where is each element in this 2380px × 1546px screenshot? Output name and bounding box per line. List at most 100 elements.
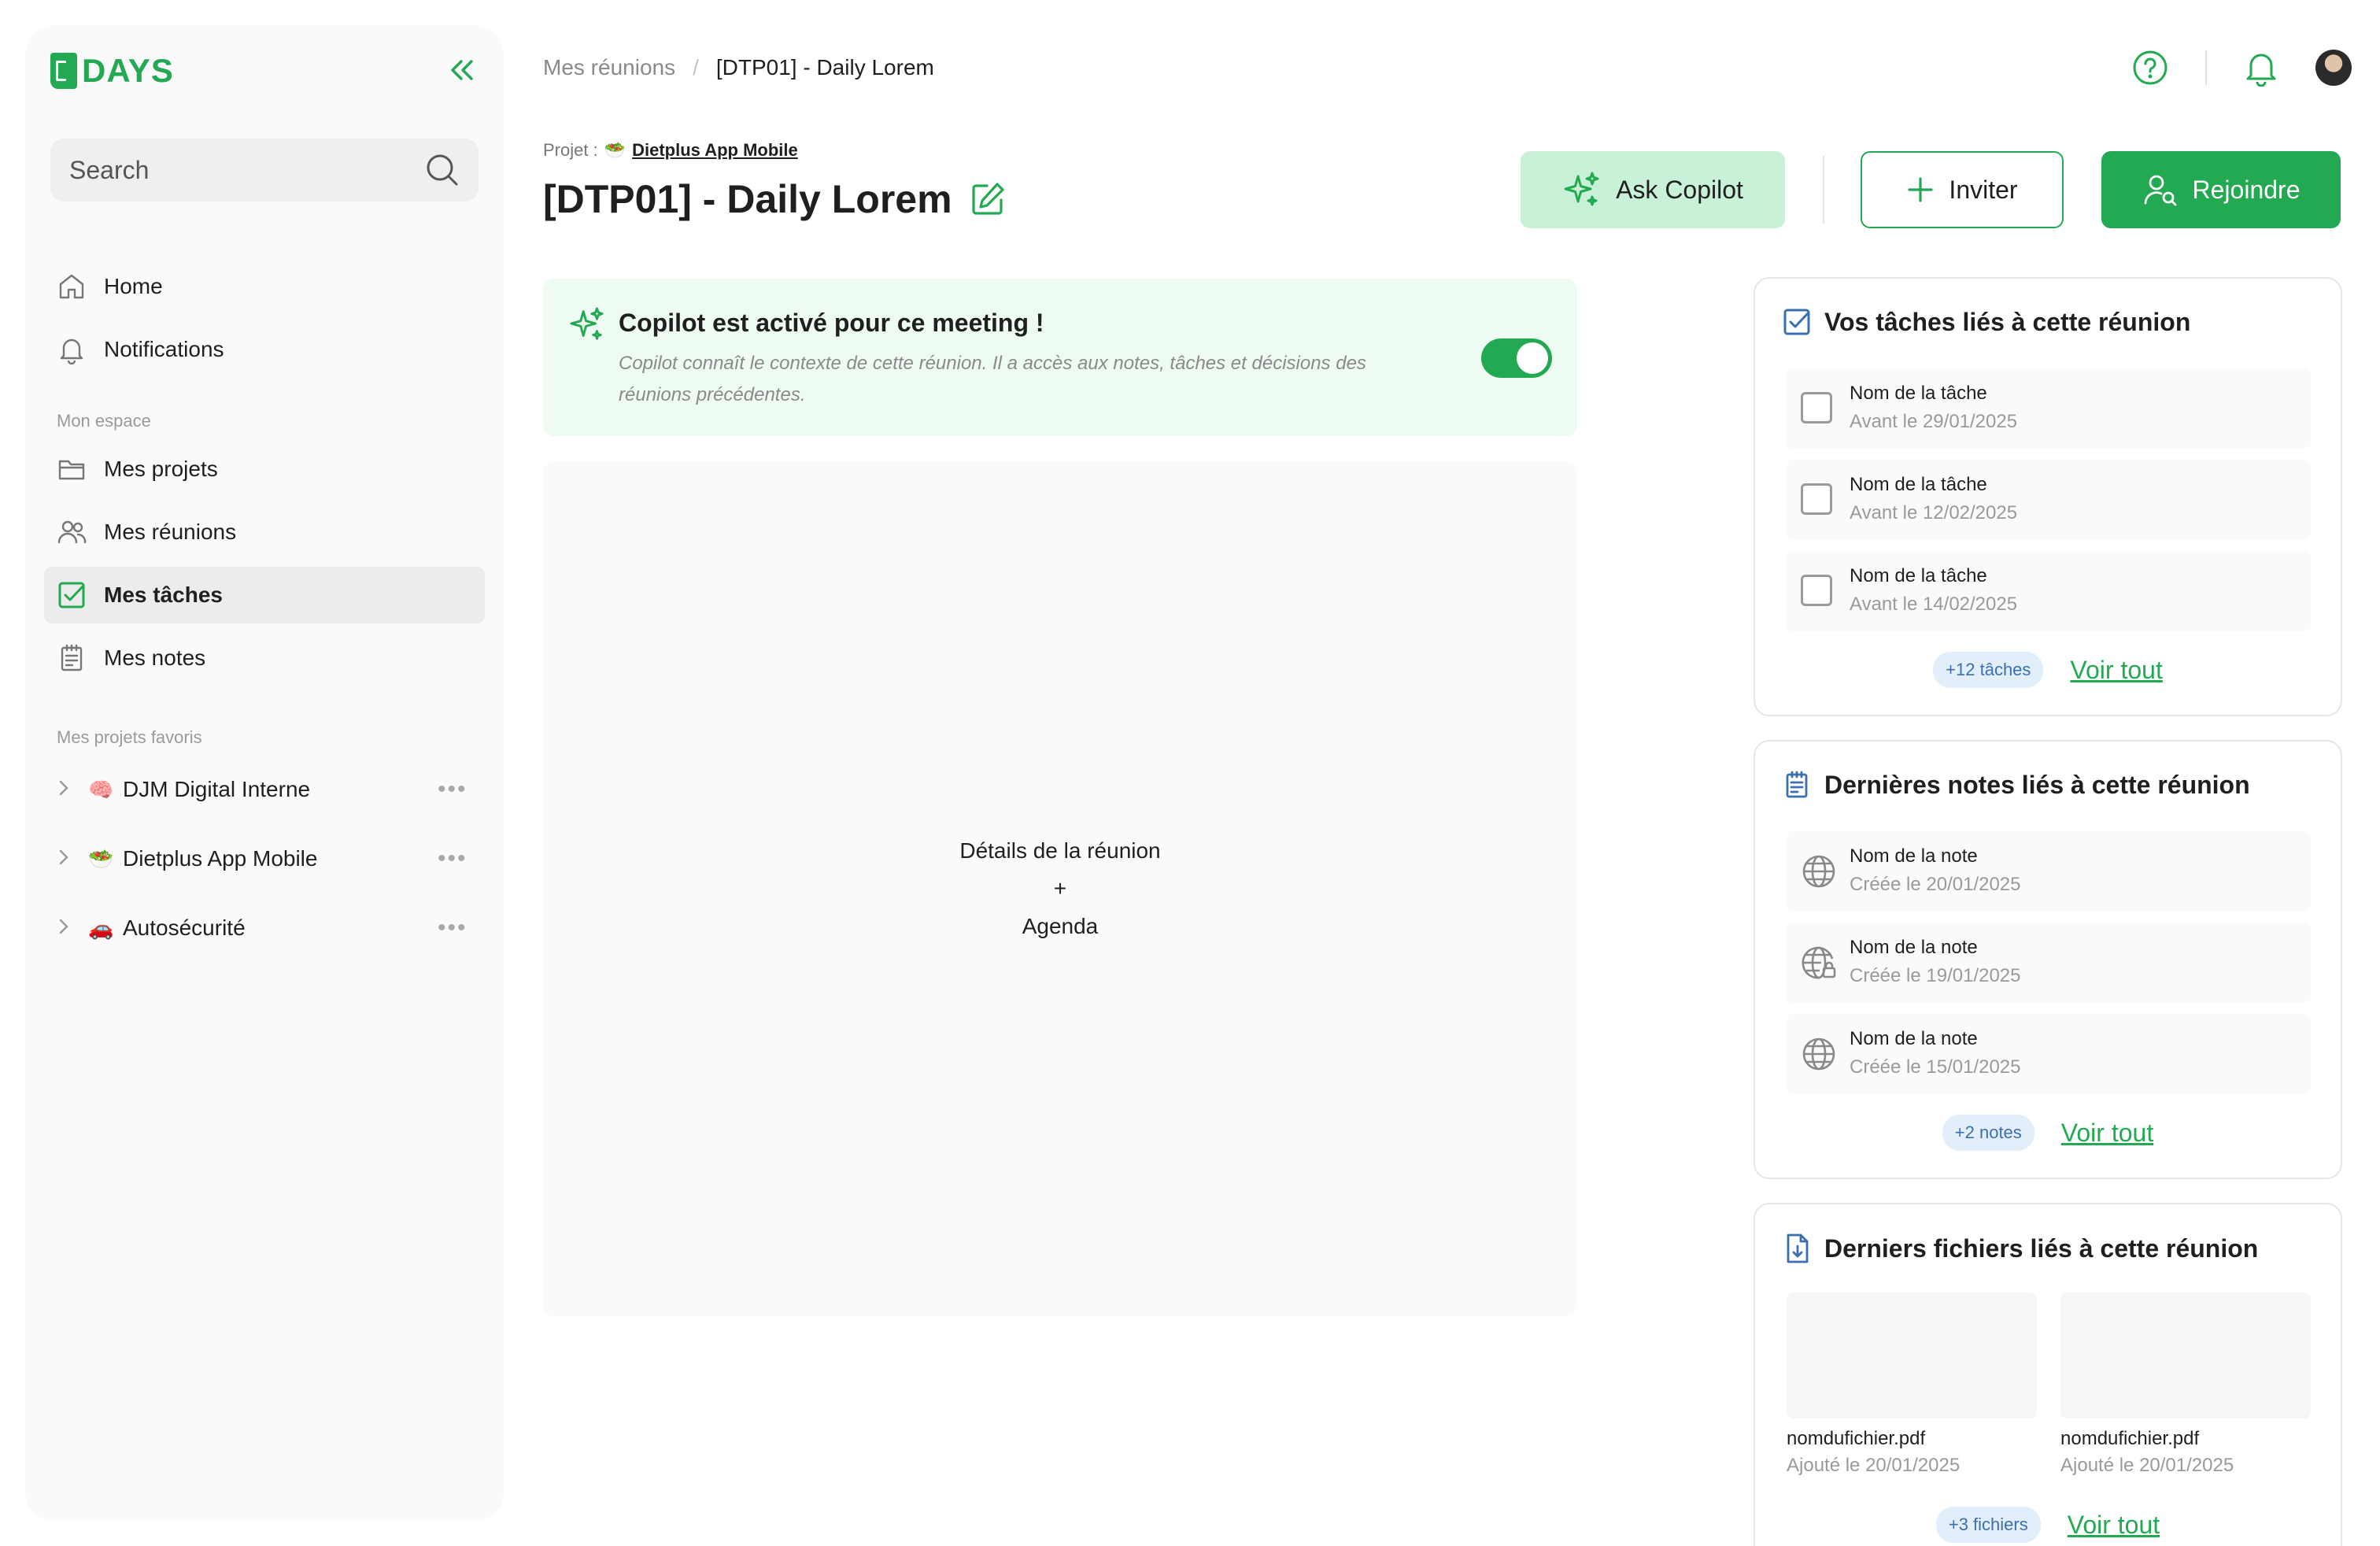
sidebar: DAYS Home Notifications Mon espace bbox=[25, 25, 504, 1521]
task-checkbox[interactable] bbox=[1801, 575, 1832, 606]
tasks-see-all-link[interactable]: Voir tout bbox=[2070, 656, 2162, 685]
join-button[interactable]: Rejoindre bbox=[2101, 151, 2341, 228]
users-icon bbox=[57, 517, 87, 547]
favorite-project-label: Dietplus App Mobile bbox=[123, 846, 318, 871]
task-row[interactable]: Nom de la tâche Avant le 14/02/2025 bbox=[1787, 551, 2311, 631]
section-label-my-space: Mon espace bbox=[57, 411, 151, 431]
note-name: Nom de la note bbox=[1850, 845, 1978, 867]
nav-item-notes[interactable]: Mes notes bbox=[44, 630, 485, 686]
nav-item-label: Mes tâches bbox=[104, 583, 223, 607]
nav-item-meetings[interactable]: Mes réunions bbox=[44, 504, 485, 560]
file-name: nomdufichier.pdf bbox=[2060, 1428, 2200, 1449]
agenda-label: Agenda bbox=[1022, 914, 1099, 938]
task-checkbox[interactable] bbox=[1801, 392, 1832, 423]
collapse-sidebar-icon[interactable] bbox=[449, 58, 475, 82]
note-row[interactable]: Nom de la note Créée le 20/01/2025 bbox=[1787, 831, 2311, 912]
search-input[interactable] bbox=[69, 155, 416, 185]
chevron-right-icon[interactable] bbox=[57, 846, 88, 871]
favorite-project[interactable]: 🚗 Autosécurité ••• bbox=[44, 901, 485, 956]
nav-item-label: Mes projets bbox=[104, 457, 218, 481]
user-avatar[interactable] bbox=[2315, 50, 2352, 86]
tasks-card: Vos tâches liés à cette réunion Nom de l… bbox=[1754, 277, 2342, 716]
header-divider bbox=[2205, 50, 2207, 85]
edit-icon[interactable] bbox=[970, 181, 1006, 217]
meeting-details-panel: Détails de la réunion + Agenda bbox=[543, 461, 1577, 1316]
project-line: Projet : 🥗 Dietplus App Mobile bbox=[543, 140, 798, 161]
notification-bell-icon[interactable] bbox=[2243, 49, 2279, 87]
copilot-banner-description: Copilot connaît le contexte de cette réu… bbox=[619, 353, 1366, 405]
task-due: Avant le 14/02/2025 bbox=[1850, 594, 2018, 615]
more-options-icon[interactable]: ••• bbox=[438, 915, 485, 941]
note-row[interactable]: Nom de la note Créée le 15/01/2025 bbox=[1787, 1014, 2311, 1094]
favorite-project-label: Autosécurité bbox=[123, 915, 246, 940]
favorite-project[interactable]: 🧠 DJM Digital Interne ••• bbox=[44, 762, 485, 817]
files-card-footer: +3 fichiers Voir tout bbox=[1755, 1507, 2341, 1543]
notes-card: Dernières notes liés à cette réunion Nom… bbox=[1754, 740, 2342, 1179]
files-see-all-link[interactable]: Voir tout bbox=[2068, 1511, 2160, 1540]
checkbox-icon bbox=[57, 580, 87, 610]
task-row[interactable]: Nom de la tâche Avant le 29/01/2025 bbox=[1787, 368, 2311, 449]
breadcrumb-separator: / bbox=[693, 55, 699, 80]
task-name: Nom de la tâche bbox=[1850, 383, 1987, 404]
plus-icon bbox=[1906, 176, 1935, 204]
favorite-project-label: DJM Digital Interne bbox=[123, 777, 311, 801]
nav-item-notifications[interactable]: Notifications bbox=[44, 321, 485, 378]
salad-emoji-icon: 🥗 bbox=[88, 846, 114, 871]
files-card-title: Derniers fichiers liés à cette réunion bbox=[1824, 1233, 2259, 1263]
favorite-project[interactable]: 🥗 Dietplus App Mobile ••• bbox=[44, 831, 485, 886]
brain-emoji-icon: 🧠 bbox=[88, 777, 114, 801]
chevron-right-icon[interactable] bbox=[57, 777, 88, 802]
note-created: Créée le 15/01/2025 bbox=[1850, 1056, 2021, 1078]
nav-item-tasks[interactable]: Mes tâches bbox=[44, 567, 485, 623]
task-name: Nom de la tâche bbox=[1850, 474, 1987, 495]
note-name: Nom de la note bbox=[1850, 937, 1978, 958]
project-link[interactable]: Dietplus App Mobile bbox=[632, 140, 798, 161]
more-options-icon[interactable]: ••• bbox=[438, 845, 485, 872]
notes-card-title: Dernières notes liés à cette réunion bbox=[1824, 770, 2250, 799]
nav-item-projects[interactable]: Mes projets bbox=[44, 441, 485, 497]
logo-mark-icon bbox=[50, 53, 77, 89]
brand-logo[interactable]: DAYS bbox=[50, 52, 174, 90]
more-options-icon[interactable]: ••• bbox=[438, 776, 485, 803]
note-created: Créée le 19/01/2025 bbox=[1850, 965, 2021, 986]
notes-icon bbox=[57, 643, 87, 673]
sparkles-icon bbox=[1562, 170, 1602, 209]
file-item[interactable]: nomdufichier.pdf Ajouté le 20/01/2025 bbox=[2060, 1293, 2311, 1477]
nav-item-label: Mes réunions bbox=[104, 520, 237, 544]
user-search-icon bbox=[2142, 172, 2179, 208]
task-checkbox[interactable] bbox=[1801, 483, 1832, 515]
copilot-banner: Copilot est activé pour ce meeting ! Cop… bbox=[543, 279, 1577, 436]
invite-button[interactable]: Inviter bbox=[1861, 151, 2064, 228]
task-row[interactable]: Nom de la tâche Avant le 12/02/2025 bbox=[1787, 460, 2311, 540]
note-row[interactable]: Nom de la note Créée le 19/01/2025 bbox=[1787, 923, 2311, 1003]
section-label-favorites: Mes projets favoris bbox=[57, 727, 202, 747]
note-created: Créée le 20/01/2025 bbox=[1850, 874, 2021, 895]
search-icon[interactable] bbox=[425, 153, 460, 187]
task-name: Nom de la tâche bbox=[1850, 565, 1987, 586]
project-prefix: Projet : bbox=[543, 140, 598, 160]
nav-item-label: Notifications bbox=[104, 337, 224, 361]
file-thumbnail[interactable] bbox=[2060, 1293, 2311, 1418]
project-emoji-icon: 🥗 bbox=[604, 140, 626, 160]
nav-item-label: Mes notes bbox=[104, 645, 206, 670]
nav-item-label: Home bbox=[104, 274, 163, 298]
ask-copilot-button[interactable]: Ask Copilot bbox=[1521, 151, 1785, 228]
globe-lock-icon bbox=[1801, 945, 1837, 981]
notes-see-all-link[interactable]: Voir tout bbox=[2061, 1119, 2153, 1148]
brand-name: DAYS bbox=[82, 52, 174, 89]
copilot-banner-title: Copilot est activé pour ce meeting ! bbox=[619, 309, 1044, 337]
page-title: [DTP01] - Daily Lorem bbox=[543, 177, 952, 221]
file-thumbnail[interactable] bbox=[1787, 1293, 2037, 1418]
header-actions bbox=[2131, 49, 2352, 87]
page-title-wrap: [DTP01] - Daily Lorem bbox=[543, 176, 1006, 222]
nav-item-home[interactable]: Home bbox=[44, 258, 485, 315]
my-space-nav: Mes projets Mes réunions Mes tâches Mes … bbox=[44, 441, 485, 686]
search-box[interactable] bbox=[50, 139, 479, 202]
task-due: Avant le 12/02/2025 bbox=[1850, 502, 2018, 523]
chevron-right-icon[interactable] bbox=[57, 915, 88, 941]
file-item[interactable]: nomdufichier.pdf Ajouté le 20/01/2025 bbox=[1787, 1293, 2037, 1477]
help-icon[interactable] bbox=[2131, 49, 2169, 87]
notes-card-footer: +2 notes Voir tout bbox=[1755, 1115, 2341, 1151]
breadcrumb-meetings-link[interactable]: Mes réunions bbox=[543, 55, 675, 80]
copilot-toggle[interactable] bbox=[1481, 338, 1552, 378]
